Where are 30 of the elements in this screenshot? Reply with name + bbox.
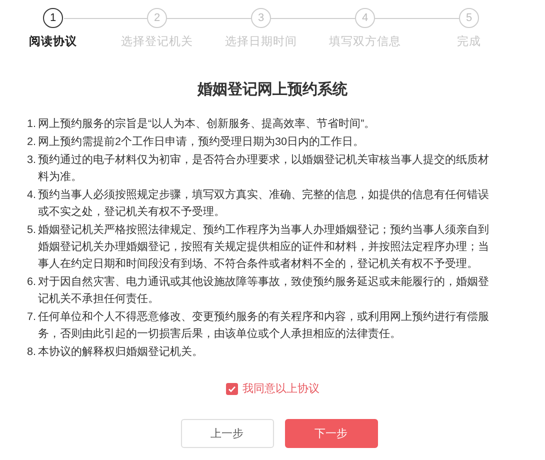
term-number: 7. — [27, 310, 38, 325]
term-text: 网上预约服务的宗旨是“以人为本、创新服务、提高效率、节省时间”。 — [38, 116, 376, 132]
step-number: 5 — [459, 8, 479, 28]
step-label: 阅读协议 — [29, 34, 77, 50]
term-text: 婚姻登记机关严格按照法律规定、预约工作程序为当事人办理婚姻登记；预约当事人须亲自到婚姻登记机关办理婚姻登记，按照有关规定提供相应的证件和材料，并按照法定程序办理；当事人在约定日期和时间段没有到场、不符合条件或者材料不全的，登记机关有权不予受理。 — [38, 222, 490, 272]
term-number: 4. — [27, 188, 38, 203]
step-number: 2 — [147, 8, 167, 28]
step-label: 选择登记机关 — [121, 34, 193, 50]
term-number: 8. — [27, 344, 38, 360]
term-number: 2. — [27, 134, 38, 150]
term-number: 1. — [27, 116, 38, 132]
term-text: 任何单位和个人不得恶意修改、变更预约服务的有关程序和内容，或利用网上预约进行有偿服务，否则由此引起的一切损害后果，由该单位或个人承担相应的法律责任。 — [38, 310, 490, 342]
term-text: 网上预约需提前2个工作日申请，预约受理日期为30日内的工作日。 — [38, 134, 364, 150]
term-number: 5. — [27, 222, 38, 238]
page-title: 婚姻登记网上预约系统 — [196, 80, 348, 100]
step-number: 4 — [355, 8, 375, 28]
term-text: 预约当事人必须按照规定步骤，填写双方真实、准确、完整的信息，如提供的信息有任何错误或不实之处，登记机关有权不予受理。 — [38, 188, 490, 220]
step-number: 3 — [251, 8, 271, 28]
term-text: 对于因自然灾害、电力通讯或其他设施故障等事故，致使预约服务延迟或未能履行的，婚姻登记机关不承担任何责任。 — [38, 274, 490, 307]
step-label: 填写双方信息 — [329, 34, 401, 50]
step-number: 1 — [43, 8, 63, 28]
agree-label: 我同意以上协议 — [242, 382, 320, 397]
term-number: 3. — [27, 152, 38, 168]
step-label: 选择日期时间 — [225, 34, 297, 50]
step-label: 完成 — [457, 34, 481, 50]
checkbox[interactable] — [226, 383, 238, 395]
term-number: 6. — [27, 274, 38, 290]
term-text: 预约通过的电子材料仅为初审，是否符合办理要求，以婚姻登记机关审核当事人提交的纸质材料为准。 — [38, 152, 490, 185]
previous-button[interactable]: 上一步 — [180, 419, 274, 448]
term-text: 本协议的解释权归婚姻登记机关。 — [38, 344, 203, 360]
